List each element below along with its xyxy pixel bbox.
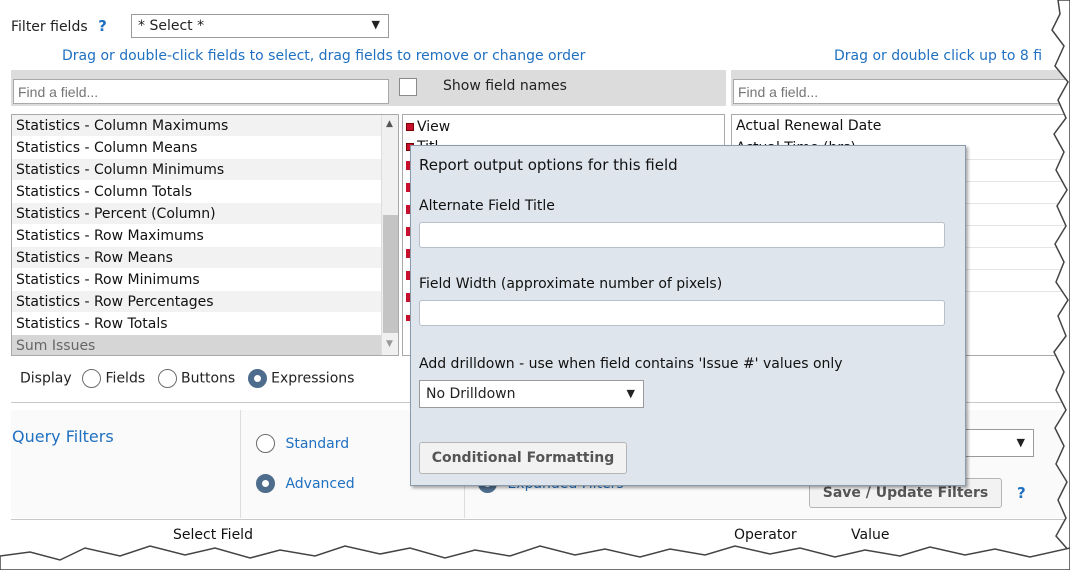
torn-edge-decoration (0, 0, 1070, 570)
